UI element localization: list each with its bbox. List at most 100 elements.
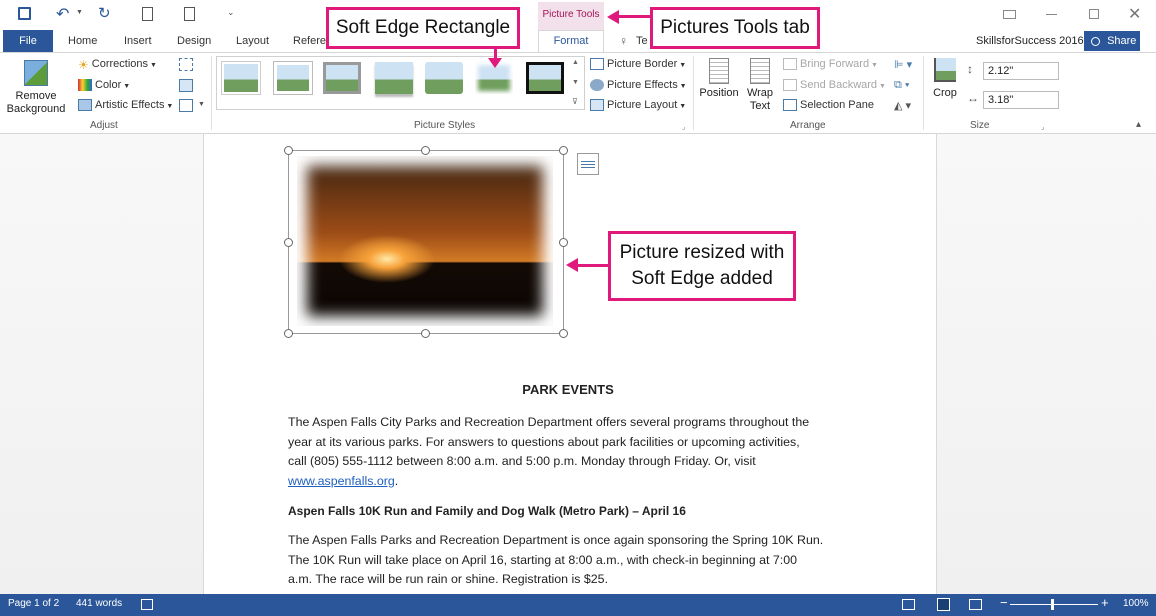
wrap-text-label-2: Text — [749, 100, 771, 112]
tab-home[interactable]: Home — [58, 30, 107, 52]
picture-styles-dialog-launcher-icon[interactable]: ⌟ — [682, 123, 685, 131]
print-layout-icon[interactable] — [937, 598, 950, 611]
redo-icon[interactable]: ↻ — [98, 4, 111, 22]
shape-height-icon: ↕ — [967, 62, 973, 76]
account-name[interactable]: SkillsforSuccess 2016 — [976, 35, 1084, 47]
website-link[interactable]: www.aspenfalls.org — [288, 474, 395, 488]
resize-handle[interactable] — [559, 238, 568, 247]
gallery-scroll-down-icon[interactable]: ▼ — [572, 79, 579, 86]
picture-effects-button[interactable]: Picture Effects ▼ — [590, 79, 687, 92]
customize-quick-access-icon[interactable]: ⌄ — [227, 7, 235, 18]
text-line: call (805) 555-1112 between 8:00 a.m. an… — [288, 454, 756, 468]
chevron-down-icon: ▼ — [164, 103, 174, 110]
zoom-level[interactable]: 100% — [1123, 598, 1149, 609]
send-backward-button[interactable]: Send Backward ▼ — [783, 79, 886, 92]
picture-style-metal-frame[interactable] — [323, 62, 361, 94]
resize-handle[interactable] — [284, 146, 293, 155]
wrap-text-button[interactable]: Wrap Text — [742, 58, 778, 113]
gallery-scroll-up-icon[interactable]: ▲ — [572, 59, 579, 66]
undo-icon[interactable]: ↶ — [56, 4, 69, 24]
picture-style-drop-shadow[interactable] — [375, 62, 413, 94]
zoom-in-icon[interactable]: + — [1101, 595, 1109, 610]
proofing-icon[interactable] — [141, 599, 153, 610]
gallery-more-icon[interactable]: ⊽ — [572, 97, 578, 106]
rotate-icon[interactable]: ◭ ▾ — [894, 99, 911, 112]
wrap-text-icon — [750, 58, 770, 84]
position-button[interactable]: Position — [698, 58, 740, 99]
resize-handle[interactable] — [559, 329, 568, 338]
reset-picture-icon[interactable] — [179, 99, 193, 112]
picture-style-double-frame-black[interactable] — [526, 62, 564, 94]
print-preview-icon[interactable] — [184, 7, 195, 21]
tab-file[interactable]: File — [3, 30, 53, 52]
close-icon[interactable]: ✕ — [1128, 4, 1141, 24]
new-document-icon[interactable] — [142, 7, 153, 21]
save-icon[interactable] — [18, 7, 31, 20]
text-line: The Aspen Falls Parks and Recreation Dep… — [288, 533, 824, 547]
compress-pictures-icon[interactable] — [179, 58, 193, 71]
resize-handle[interactable] — [284, 238, 293, 247]
picture-border-button[interactable]: Picture Border ▼ — [590, 58, 687, 71]
send-backward-label: Send Backward — [800, 79, 878, 91]
group-icon[interactable]: ⧉ ▾ — [894, 79, 910, 92]
callout-picture-resized: Picture resized with Soft Edge added — [608, 231, 796, 301]
text-line: The 10K Run will take place on April 16,… — [288, 552, 797, 567]
undo-dropdown-icon[interactable]: ▼ — [76, 9, 83, 16]
chevron-down-icon: ▼ — [677, 62, 687, 69]
picture-style-beveled[interactable] — [274, 62, 312, 94]
ribbon-display-options-icon[interactable] — [1003, 10, 1016, 19]
picture-style-simple-frame[interactable] — [222, 62, 260, 94]
picture-layout-button[interactable]: Picture Layout ▼ — [590, 99, 686, 112]
adjust-group-label: Adjust — [90, 120, 118, 131]
remove-background-button[interactable]: Remove Background — [6, 58, 66, 118]
web-layout-icon[interactable] — [969, 599, 982, 610]
tab-format[interactable]: Format — [538, 30, 604, 52]
resize-handle[interactable] — [421, 329, 430, 338]
zoom-out-icon[interactable]: − — [1000, 595, 1008, 610]
remove-background-label-1: Remove — [15, 90, 57, 102]
artistic-effects-icon — [78, 99, 92, 112]
size-dialog-launcher-icon[interactable]: ⌟ — [1041, 123, 1044, 131]
artistic-effects-button[interactable]: Artistic Effects ▼ — [78, 99, 174, 112]
shape-width-value: 3.18" — [988, 94, 1014, 106]
tab-insert[interactable]: Insert — [114, 30, 162, 52]
tab-layout[interactable]: Layout — [226, 30, 279, 52]
word-count[interactable]: 441 words — [76, 598, 122, 609]
bring-forward-button[interactable]: Bring Forward ▼ — [783, 58, 878, 71]
resize-handle[interactable] — [559, 146, 568, 155]
restore-icon[interactable] — [1089, 9, 1099, 19]
read-mode-icon[interactable] — [902, 599, 915, 610]
selection-pane-button[interactable]: Selection Pane — [783, 99, 874, 112]
reset-dropdown-icon[interactable]: ▼ — [198, 101, 205, 108]
corrections-label: Corrections — [91, 58, 149, 70]
corrections-button[interactable]: ☀ Corrections ▼ — [78, 58, 157, 72]
chevron-down-icon: ▼ — [869, 62, 878, 69]
resize-handle[interactable] — [421, 146, 430, 155]
tab-design[interactable]: Design — [167, 30, 221, 52]
artistic-effects-label: Artistic Effects — [95, 99, 165, 111]
crop-button[interactable]: Crop — [928, 58, 962, 99]
shape-height-field[interactable]: 2.12" — [983, 62, 1059, 80]
page-count[interactable]: Page 1 of 2 — [8, 598, 59, 609]
person-icon — [1091, 36, 1100, 46]
size-group-label: Size — [970, 120, 990, 131]
minimize-icon[interactable] — [1046, 14, 1057, 15]
align-icon[interactable]: ⊫ ▾ — [894, 58, 912, 71]
share-button[interactable]: Share — [1084, 31, 1140, 51]
picture-style-reflected[interactable] — [425, 62, 463, 94]
remove-background-label-2: Background — [6, 103, 66, 115]
change-picture-icon[interactable] — [179, 79, 193, 92]
callout-line: Picture resized with — [619, 242, 785, 263]
zoom-slider-thumb[interactable] — [1051, 599, 1054, 610]
selection-pane-icon — [783, 99, 797, 112]
layout-options-icon[interactable] — [577, 153, 599, 175]
callout-arrow-head — [566, 258, 578, 272]
color-button[interactable]: Color ▼ — [78, 79, 130, 92]
collapse-ribbon-icon[interactable]: ▴ — [1136, 119, 1141, 130]
resize-handle[interactable] — [284, 329, 293, 338]
crop-label: Crop — [933, 87, 957, 99]
shape-width-field[interactable]: 3.18" — [983, 91, 1059, 109]
sunset-picture[interactable] — [297, 156, 553, 326]
subheading-10k-run: Aspen Falls 10K Run and Family and Dog W… — [288, 504, 686, 518]
zoom-slider[interactable] — [1010, 604, 1098, 605]
